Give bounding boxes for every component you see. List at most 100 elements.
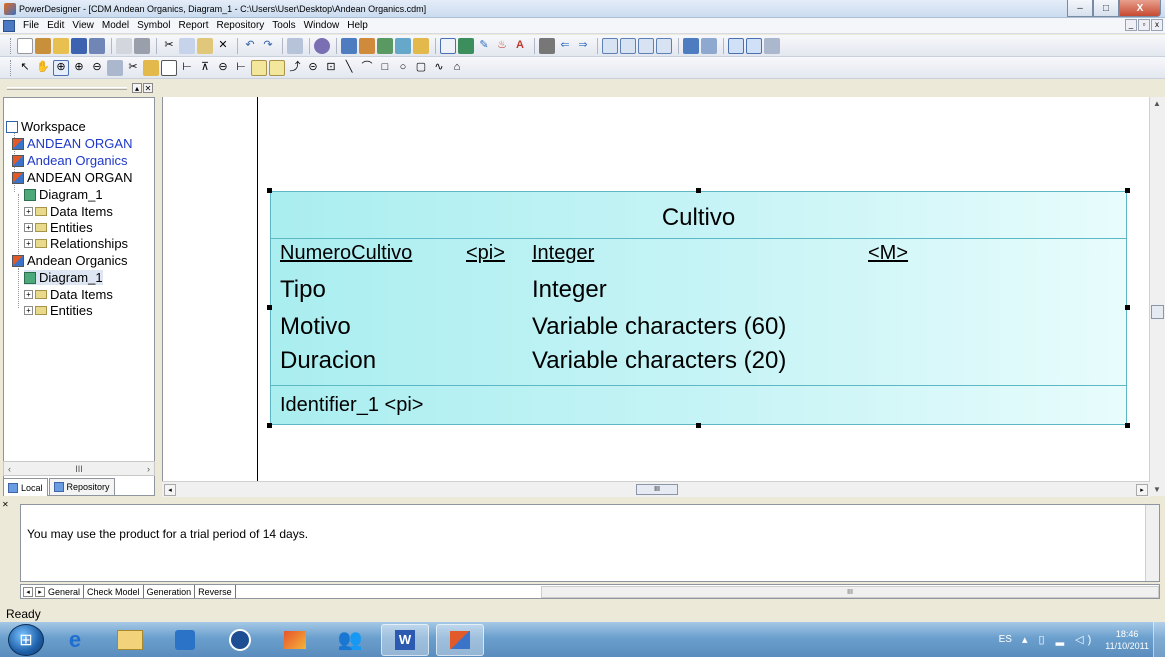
ellipse-tool-icon[interactable]: ⊝ — [305, 60, 321, 76]
menu-repository[interactable]: Repository — [212, 20, 268, 31]
report-icon[interactable] — [359, 37, 375, 54]
paste-icon[interactable] — [197, 37, 213, 54]
media-player-icon[interactable] — [161, 624, 209, 656]
show-desktop-button[interactable] — [1153, 622, 1165, 657]
word-icon[interactable]: W — [381, 623, 429, 656]
menu-tools[interactable]: Tools — [268, 20, 299, 31]
zoom-in-icon[interactable]: ⊕ — [71, 60, 87, 76]
scroll-left-icon[interactable]: ‹ — [8, 464, 11, 474]
internet-explorer-icon[interactable]: e — [51, 624, 99, 656]
menu-model[interactable]: Model — [98, 20, 133, 31]
language-indicator[interactable]: ES — [999, 634, 1012, 645]
selection-handle[interactable] — [267, 423, 272, 428]
tree-item-folder[interactable]: + Entities — [24, 303, 93, 318]
mdi-close-button[interactable]: x — [1151, 19, 1163, 31]
new-diagram-icon[interactable] — [440, 37, 456, 54]
line-tool-icon[interactable]: ╲ — [341, 60, 357, 76]
tree-item-folder[interactable]: + Data Items — [24, 287, 113, 302]
start-button[interactable]: ⊞ — [8, 623, 44, 656]
tree-item-diagram[interactable]: Diagram_1 — [24, 187, 103, 202]
expand-icon[interactable]: + — [24, 207, 33, 216]
tree-item-model[interactable]: ANDEAN ORGAN — [12, 170, 132, 185]
inheritance-icon[interactable]: ⊼ — [197, 60, 213, 76]
layout-2-icon[interactable] — [620, 37, 636, 54]
polygon-icon[interactable]: ⌂ — [449, 60, 465, 76]
zoom-icon[interactable]: ⊕ — [53, 59, 69, 76]
output-horizontal-scrollbar[interactable]: III — [541, 586, 1159, 598]
tab-prev-icon[interactable]: ◂ — [23, 586, 33, 597]
menu-report[interactable]: Report — [174, 20, 212, 31]
tab-general[interactable]: General — [45, 585, 85, 598]
tree-item-folder[interactable]: + Relationships — [24, 236, 128, 251]
rectangle-tool-icon[interactable]: □ — [377, 60, 393, 76]
link-icon[interactable]: ⤴ — [287, 60, 303, 76]
selection-handle[interactable] — [696, 188, 701, 193]
save-icon[interactable] — [71, 37, 87, 54]
selection-handle[interactable] — [1125, 305, 1130, 310]
tab-local[interactable]: Local — [3, 478, 48, 496]
canvas-horizontal-scrollbar[interactable]: ◂ III ▸ — [162, 481, 1150, 497]
file-icon[interactable] — [251, 59, 267, 76]
tray-icons[interactable]: ▴ ▯ ▂ ◁) — [1022, 633, 1095, 646]
comment-icon[interactable] — [764, 37, 780, 54]
entity-cultivo[interactable]: Cultivo NumeroCultivo <pi> Integer <M> T… — [270, 191, 1127, 425]
arc-tool-icon[interactable]: ⌒ — [359, 60, 375, 76]
delete-icon[interactable]: ✕ — [215, 38, 231, 54]
photo-icon[interactable] — [271, 624, 319, 656]
diagram-list-icon[interactable] — [458, 37, 474, 54]
print-icon[interactable] — [134, 37, 150, 54]
mdi-restore-button[interactable]: ▫ — [1138, 19, 1150, 31]
paint-icon[interactable]: ♨ — [494, 38, 510, 54]
tree-item-model[interactable]: Andean Organics — [12, 153, 127, 168]
menu-window[interactable]: Window — [300, 20, 344, 31]
tree-item-diagram[interactable]: Diagram_1 — [24, 270, 103, 285]
delete-symbol-icon[interactable]: ✂ — [125, 60, 141, 76]
menu-symbol[interactable]: Symbol — [133, 20, 174, 31]
browser-close-icon[interactable]: ✕ — [143, 83, 153, 93]
output-grip[interactable]: ✕ — [2, 500, 12, 593]
pointer-icon[interactable]: ↖ — [17, 60, 33, 76]
tab-check-model[interactable]: Check Model — [84, 585, 144, 598]
pen-icon[interactable]: ✎ — [476, 38, 492, 54]
properties-icon[interactable] — [287, 37, 303, 54]
polyline-icon[interactable]: ∿ — [431, 60, 447, 76]
expand-icon[interactable]: + — [24, 306, 33, 315]
expand-icon[interactable]: + — [24, 223, 33, 232]
selection-handle[interactable] — [267, 305, 272, 310]
menu-view[interactable]: View — [68, 20, 98, 31]
new-icon[interactable] — [17, 37, 33, 54]
association-link-icon[interactable]: ⊢ — [233, 60, 249, 76]
scroll-up-icon[interactable]: ▲ — [1153, 99, 1161, 108]
entity-icon[interactable] — [161, 59, 177, 76]
undo-icon[interactable]: ↶ — [242, 38, 258, 54]
scroll-thumb[interactable]: III — [75, 464, 83, 474]
clock[interactable]: 18:46 11/10/2011 — [1105, 628, 1149, 652]
tab-reverse[interactable]: Reverse — [195, 585, 236, 598]
close-button[interactable]: X — [1119, 0, 1161, 17]
fill-icon[interactable] — [539, 37, 555, 54]
print-preview-icon[interactable] — [116, 37, 132, 54]
result-list-icon[interactable] — [728, 37, 744, 54]
layout-icon[interactable] — [602, 37, 618, 54]
scroll-left-icon[interactable]: ◂ — [164, 484, 176, 496]
selection-handle[interactable] — [1125, 188, 1130, 193]
powerdesigner-icon[interactable] — [436, 623, 484, 656]
forward-icon[interactable]: ⇒ — [575, 38, 591, 54]
canvas-vertical-scrollbar[interactable]: ▲ ▼ — [1149, 97, 1165, 496]
tree-item-model[interactable]: Andean Organics — [12, 253, 127, 268]
tab-generation[interactable]: Generation — [144, 585, 196, 598]
toolbar-grip[interactable] — [10, 59, 13, 76]
text-tool-icon[interactable]: ⊡ — [323, 60, 339, 76]
impact-icon[interactable] — [377, 37, 393, 54]
zoom-out-icon[interactable]: ⊖ — [89, 60, 105, 76]
mdi-minimize-button[interactable]: _ — [1125, 19, 1137, 31]
new-model-icon[interactable] — [35, 37, 51, 54]
tree-item-workspace[interactable]: Workspace — [6, 119, 86, 134]
tree-item-model[interactable]: ANDEAN ORGAN — [12, 136, 132, 151]
expand-icon[interactable]: + — [24, 290, 33, 299]
file-explorer-icon[interactable] — [106, 624, 154, 656]
note-icon[interactable] — [269, 59, 285, 76]
ellipse-icon[interactable]: ○ — [395, 60, 411, 76]
tab-next-icon[interactable]: ▸ — [35, 586, 45, 597]
cut-icon[interactable]: ✂ — [161, 38, 177, 54]
